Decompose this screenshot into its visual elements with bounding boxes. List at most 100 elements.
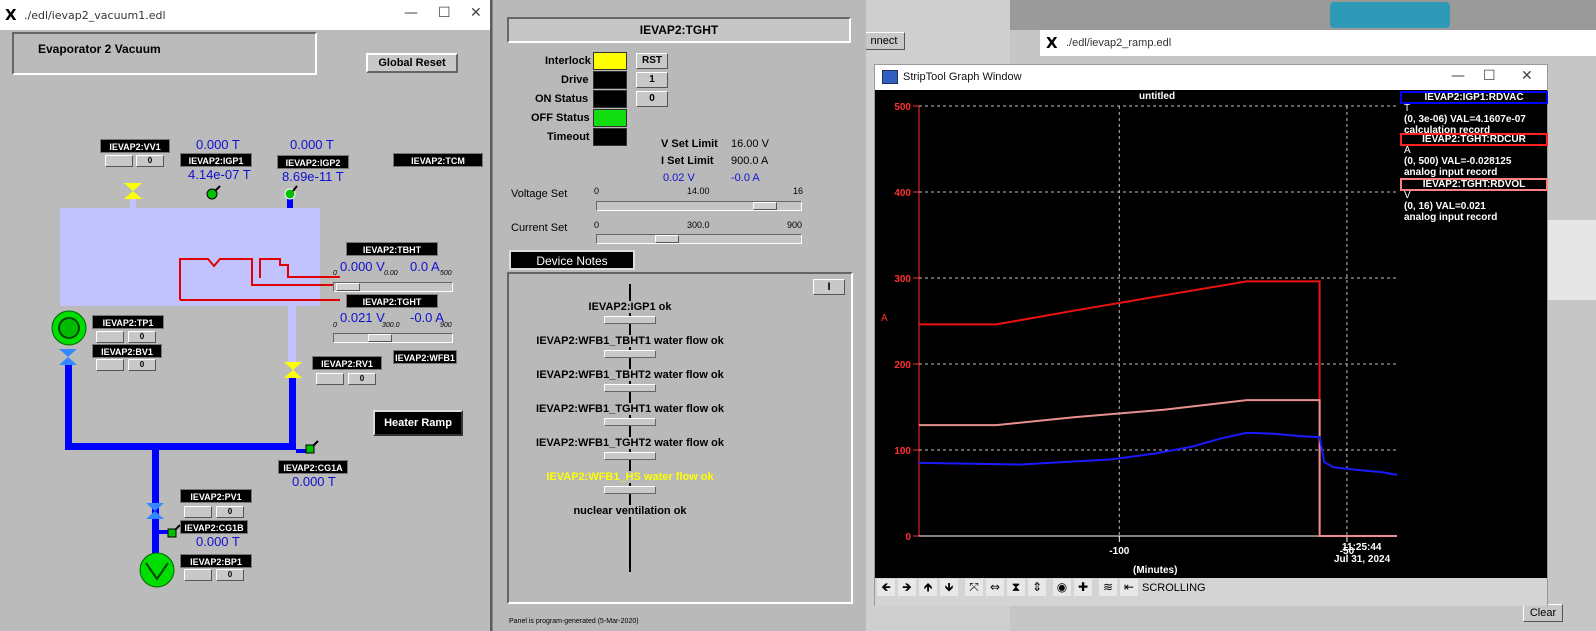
tp1-btn-zero[interactable]: 0 xyxy=(128,359,156,371)
vv1-btn-left[interactable] xyxy=(105,155,133,167)
clear-button[interactable]: Clear xyxy=(1523,604,1563,622)
tght-slider[interactable] xyxy=(333,333,453,343)
scroll-up-icon[interactable]: 🡹 xyxy=(919,579,937,596)
scroll-left-icon[interactable]: 🡸 xyxy=(877,579,895,596)
reset-icon[interactable]: ✚ xyxy=(1074,579,1092,596)
panel-footer: Panel is program-generated (5-Mar-2020) xyxy=(509,618,639,625)
voltage-min: 0 xyxy=(594,186,600,196)
valve-pv1-icon[interactable] xyxy=(145,501,165,521)
bv1-btn-zero[interactable]: 0 xyxy=(128,331,156,343)
pv1-btn-zero[interactable]: 0 xyxy=(216,506,244,518)
pv-igp2: IEVAP2:IGP2 xyxy=(277,155,349,169)
pipe-left-vertical xyxy=(65,365,72,450)
pv-wfb1: IEVAP2:WFB1 xyxy=(393,350,457,364)
auto-scale-icon[interactable]: ◉ xyxy=(1053,579,1071,596)
note-tbht1: IEVAP2:WFB1_TBHT1 water flow ok xyxy=(509,335,751,347)
off-status-lamp xyxy=(593,109,627,127)
graph-refresh-icon[interactable]: ≋ xyxy=(1099,579,1117,596)
notes-connector-line xyxy=(629,284,631,572)
current-set-slider[interactable] xyxy=(596,234,802,244)
minimize-icon[interactable]: — xyxy=(1451,68,1465,84)
notes-info-button[interactable]: I xyxy=(813,279,845,295)
vv1-btn-zero[interactable]: 0 xyxy=(136,155,164,167)
note-hs-bar xyxy=(604,486,656,494)
current-readback: -0.0 A xyxy=(731,172,760,184)
note-tght2: IEVAP2:WFB1_TGHT2 water flow ok xyxy=(509,437,751,449)
cg1b-value: 0.000 T xyxy=(196,534,240,549)
i-set-limit-label: I Set Limit xyxy=(661,155,714,167)
pv-tcm: IEVAP2:TCM xyxy=(393,153,483,167)
legend-range-igp1: (0, 3e-06) VAL=4.1607e-07 xyxy=(1404,114,1526,125)
legend-range-rdvol: (0, 16) VAL=0.021 xyxy=(1404,201,1486,212)
legend-desc-rdvol: analog input record xyxy=(1404,212,1498,223)
valve-vv1-icon[interactable] xyxy=(123,181,143,201)
pump-bp1-icon[interactable] xyxy=(138,551,176,589)
striptool-title: StripTool Graph Window xyxy=(903,71,1022,83)
drive-on-button[interactable]: 1 xyxy=(636,72,668,88)
zoom-horizontal-icon[interactable]: ⇔ xyxy=(986,579,1004,596)
pump-tp1-icon[interactable] xyxy=(50,309,88,347)
bv1-btn-left[interactable] xyxy=(96,331,124,343)
voltage-set-slider[interactable] xyxy=(596,201,802,211)
scroll-down-icon[interactable]: 🡻 xyxy=(940,579,958,596)
scroll-right-icon[interactable]: 🡺 xyxy=(898,579,916,596)
device-notes-tab[interactable]: Device Notes xyxy=(509,250,635,270)
ramp-titlebar[interactable]: X ./edl/ievap2_ramp.edl xyxy=(1040,30,1596,56)
legend-item-rdcur[interactable]: IEVAP2:TGHT:RDCUR A (0, 500) VAL=-0.0281… xyxy=(1400,133,1548,178)
cg1a-value: 0.000 T xyxy=(292,474,336,489)
valve-rv1-icon[interactable] xyxy=(283,360,303,380)
tght-voltage: 0.021 V xyxy=(340,310,385,325)
pv-bv1: IEVAP2:BV1 xyxy=(92,344,162,358)
note-igp1-bar xyxy=(604,316,656,324)
rv1-btn-left[interactable] xyxy=(316,373,344,385)
bp1-btn-zero[interactable]: 0 xyxy=(216,569,244,581)
tght-title: IEVAP2:TGHT xyxy=(639,23,719,37)
close-icon[interactable]: ✕ xyxy=(1521,68,1533,84)
tbht-slider[interactable] xyxy=(333,282,453,292)
drive-label: Drive xyxy=(561,74,589,86)
rv1-btn-zero[interactable]: 0 xyxy=(348,373,376,385)
heater-ramp-button[interactable]: Heater Ramp xyxy=(373,410,463,436)
chart-title: untitled xyxy=(1139,91,1176,102)
tbht-voltage: 0.000 V xyxy=(340,259,385,274)
tp1-btn-left[interactable] xyxy=(96,359,124,371)
gauge-cg1a-icon xyxy=(305,440,319,454)
timeout-label: Timeout xyxy=(547,131,590,143)
legend-item-rdvol[interactable]: IEVAP2:TGHT:RDVOL V (0, 16) VAL=0.021 an… xyxy=(1400,178,1548,223)
rst-button[interactable]: RST xyxy=(636,53,668,69)
bp1-btn-left[interactable] xyxy=(184,569,212,581)
note-ventilation: nuclear ventilation ok xyxy=(509,505,751,517)
vent-pipe-right xyxy=(288,306,296,366)
pipe-horizontal xyxy=(65,443,296,450)
scroll-toggle-icon[interactable]: ⇤ xyxy=(1120,579,1138,596)
igp2-value: 8.69e-11 T xyxy=(282,169,344,184)
note-tbht2-bar xyxy=(604,384,656,392)
v-set-limit-value: 16.00 V xyxy=(731,138,769,150)
drive-off-button[interactable]: 0 xyxy=(636,91,668,107)
valve-bv1-icon[interactable] xyxy=(58,347,78,367)
pv-vv1: IEVAP2:VV1 xyxy=(100,139,170,153)
x-logo-icon: X xyxy=(1046,34,1058,52)
x-tick-label: -100 xyxy=(1109,546,1129,557)
tght-scale-min: 0 xyxy=(333,322,337,329)
maximize-icon[interactable]: ☐ xyxy=(1483,68,1496,84)
interlock-label: Interlock xyxy=(545,55,591,67)
tght-slider-thumb[interactable] xyxy=(368,334,392,342)
tbht-slider-thumb[interactable] xyxy=(336,283,360,291)
y-tick-label: 200 xyxy=(894,360,911,371)
ramp-side-panel xyxy=(1545,220,1596,300)
current-slider-thumb[interactable] xyxy=(655,235,679,243)
off-status-label: OFF Status xyxy=(531,112,590,124)
legend-item-igp1[interactable]: IEVAP2:IGP1:RDVAC T (0, 3e-06) VAL=4.160… xyxy=(1400,91,1548,136)
striptool-titlebar[interactable]: StripTool Graph Window — ☐ ✕ xyxy=(875,65,1547,90)
pv1-btn-left[interactable] xyxy=(184,506,212,518)
on-status-label: ON Status xyxy=(535,93,589,105)
zoom-out-vertical-icon[interactable]: ⇕ xyxy=(1028,579,1046,596)
ramp-photo-strip xyxy=(1010,0,1596,30)
voltage-slider-thumb[interactable] xyxy=(753,202,777,210)
zoom-in-both-icon[interactable]: ⤧ xyxy=(965,579,983,596)
y-tick-label: 400 xyxy=(894,188,911,199)
zoom-vertical-icon[interactable]: ⧗ xyxy=(1007,579,1025,596)
device-notes-label: Device Notes xyxy=(536,254,608,268)
connect-button[interactable]: nnect xyxy=(863,32,905,50)
